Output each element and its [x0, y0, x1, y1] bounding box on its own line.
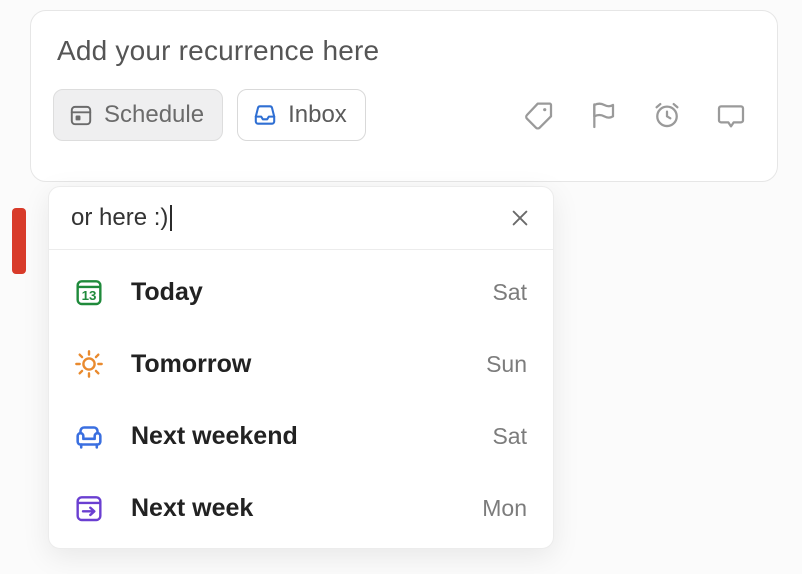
task-actions-row: Schedule Inbox — [53, 89, 755, 141]
calendar-icon — [68, 102, 94, 128]
option-day: Sun — [486, 351, 527, 378]
popover-search-text: or here :) — [71, 204, 168, 232]
option-label: Tomorrow — [131, 350, 486, 379]
schedule-option-next-week[interactable]: Next week Mon — [49, 472, 553, 544]
calendar-today-icon: 13 — [71, 274, 107, 310]
popover-search-row: or here :) — [49, 187, 553, 249]
inbox-button[interactable]: Inbox — [237, 89, 366, 141]
option-day: Mon — [482, 495, 527, 522]
divider — [49, 249, 553, 250]
schedule-option-tomorrow[interactable]: Tomorrow Sun — [49, 328, 553, 400]
schedule-button[interactable]: Schedule — [53, 89, 223, 141]
task-tool-icons — [521, 97, 755, 133]
tag-icon[interactable] — [521, 97, 557, 133]
sun-icon — [71, 346, 107, 382]
inbox-icon — [252, 102, 278, 128]
text-caret — [170, 205, 172, 231]
option-label: Next weekend — [131, 422, 492, 451]
option-day: Sat — [492, 279, 527, 306]
alarm-icon[interactable] — [649, 97, 685, 133]
inbox-button-label: Inbox — [288, 101, 347, 129]
option-label: Next week — [131, 494, 482, 523]
couch-icon — [71, 418, 107, 454]
option-day: Sat — [492, 423, 527, 450]
task-card: Add your recurrence here Schedule — [30, 10, 778, 182]
arrow-right-box-icon — [71, 490, 107, 526]
schedule-button-label: Schedule — [104, 101, 204, 129]
schedule-option-today[interactable]: 13 Today Sat — [49, 256, 553, 328]
app-accent-strip — [12, 208, 26, 274]
schedule-popover: or here :) 13 Today Sat — [48, 186, 554, 549]
close-icon[interactable] — [505, 203, 535, 233]
comment-icon[interactable] — [713, 97, 749, 133]
popover-search-input[interactable]: or here :) — [71, 204, 505, 232]
schedule-option-next-weekend[interactable]: Next weekend Sat — [49, 400, 553, 472]
flag-icon[interactable] — [585, 97, 621, 133]
task-title-input[interactable]: Add your recurrence here — [57, 35, 751, 67]
calendar-date-num: 13 — [82, 288, 97, 303]
option-label: Today — [131, 278, 492, 307]
